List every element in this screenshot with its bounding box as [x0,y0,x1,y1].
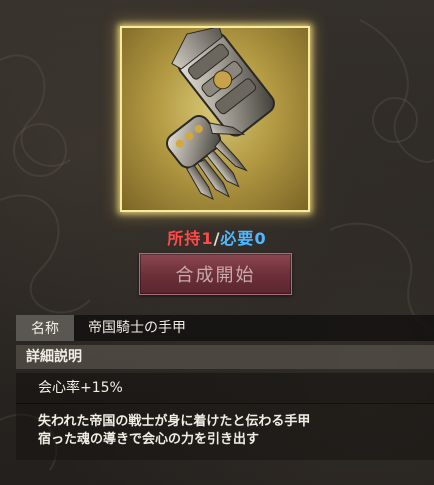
required-count: 0 [254,229,267,248]
item-name: 帝国騎士の手甲 [88,320,186,336]
item-icon-frame[interactable] [120,26,310,212]
description-line: 失われた帝国の戦士が身に着けたと伝わる手甲 [38,414,311,429]
item-name-row: 名称 帝国騎士の手甲 [16,315,434,341]
owned-label: 所持 [167,229,202,248]
item-synthesis-panel: 所持1/必要0 合成開始 名称 帝国騎士の手甲 詳細説明 会心率+15% 失われ… [0,0,434,485]
gauntlet-icon [166,28,275,200]
description-line: 宿った魂の導きで会心の力を引き出す [38,432,260,447]
detail-label: 詳細説明 [26,349,82,365]
start-synthesis-button[interactable]: 合成開始 [139,253,292,295]
required-label: 必要 [220,229,255,248]
effect-row: 会心率+15% [16,372,434,404]
detail-header-row: 詳細説明 [16,345,434,369]
owned-count: 1 [201,229,214,248]
item-count-summary: 所持1/必要0 [0,225,434,249]
name-label: 名称 [16,315,74,341]
description-row: 失われた帝国の戦士が身に着けたと伝わる手甲 宿った魂の導きで会心の力を引き出す [16,404,434,460]
effect-text: 会心率+15% [38,380,123,396]
